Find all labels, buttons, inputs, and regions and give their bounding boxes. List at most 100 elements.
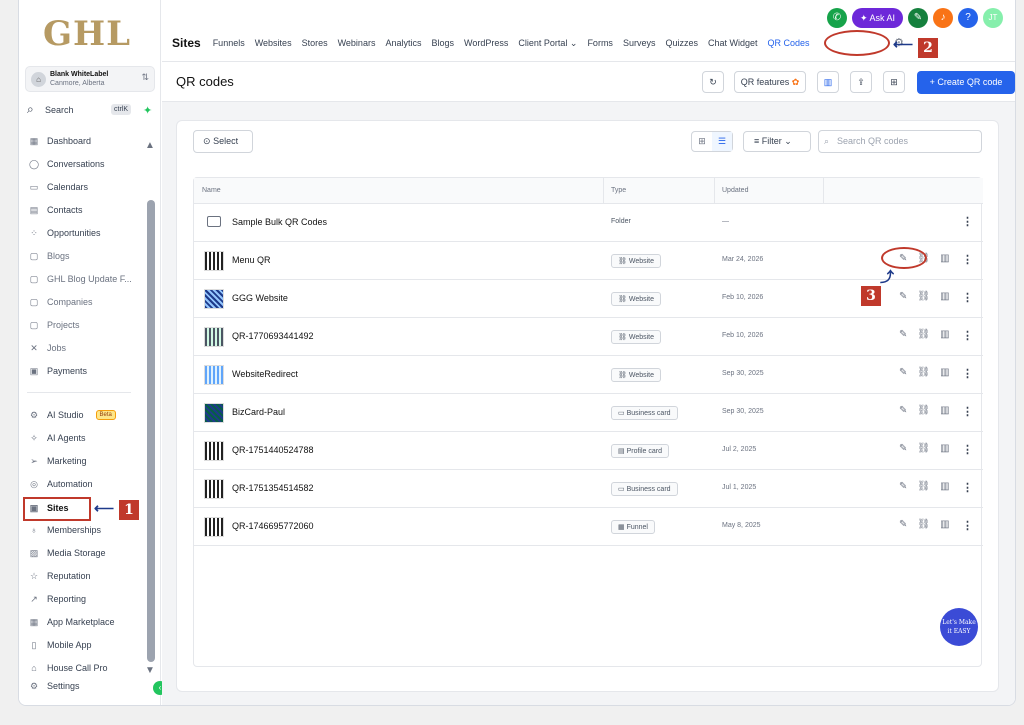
sidebar-item-ai-agents[interactable]: ✧ AI Agents (27, 428, 147, 448)
edit-icon[interactable]: ✎ (899, 329, 907, 340)
tab-chat-widget[interactable]: Chat Widget (708, 38, 758, 48)
row-name[interactable]: BizCard-Paul (232, 407, 285, 417)
upload-button[interactable]: ⇪ (850, 71, 872, 93)
tab-webinars[interactable]: Webinars (338, 38, 376, 48)
list-view-icon[interactable]: ☰ (712, 132, 732, 151)
sidebar-item-house-call-pro[interactable]: ⌂ House Call Pro (27, 658, 147, 678)
row-name[interactable]: WebsiteRedirect (232, 369, 298, 379)
bar-chart-icon[interactable]: ▥ (940, 519, 949, 530)
row-name[interactable]: QR-1770693441492 (232, 331, 314, 341)
bar-chart-icon[interactable]: ▥ (940, 481, 949, 492)
table-row[interactable]: Menu QR ⛓ Website Mar 24, 2026 ✎ ⛓ ▥ ⋮ (194, 242, 983, 280)
link-icon[interactable]: ⛓ (917, 329, 930, 340)
link-icon[interactable]: ⛓ (917, 443, 930, 454)
sidebar-search[interactable]: ⌕ Search ctrlK (27, 102, 133, 119)
table-row[interactable]: QR-1751440524788 ▤ Profile card Jul 2, 2… (194, 432, 983, 470)
account-switcher[interactable]: ⌂ Blank WhiteLabel Canmore, Alberta ⇅ (25, 66, 155, 92)
more-options-icon[interactable]: ⋮ (962, 329, 973, 342)
tab-surveys[interactable]: Surveys (623, 38, 656, 48)
sidebar-scrollbar[interactable] (147, 200, 155, 662)
tab-quizzes[interactable]: Quizzes (665, 38, 698, 48)
sidebar-item-companies[interactable]: ▢ Companies (27, 292, 147, 312)
table-row[interactable]: QR-1770693441492 ⛓ Website Feb 10, 2026 … (194, 318, 983, 356)
sidebar-item-blogs[interactable]: ▢ Blogs (27, 246, 147, 266)
row-name[interactable]: Sample Bulk QR Codes (232, 217, 327, 227)
row-name[interactable]: QR-1751440524788 (232, 445, 314, 455)
link-icon[interactable]: ⛓ (917, 405, 930, 416)
bar-chart-icon[interactable]: ▥ (940, 367, 949, 378)
tab-funnels[interactable]: Funnels (213, 38, 245, 48)
link-icon[interactable]: ⛓ (917, 481, 930, 492)
sidebar-item-opportunities[interactable]: ⁘ Opportunities (27, 223, 147, 243)
sidebar-item-calendars[interactable]: ▭ Calendars (27, 177, 147, 197)
ask-ai-button[interactable]: ✦ Ask AI (851, 8, 903, 28)
bar-chart-icon[interactable]: ▥ (940, 291, 949, 302)
scroll-up-icon[interactable]: ▲ (145, 140, 155, 151)
sidebar-item-marketing[interactable]: ➢ Marketing (27, 451, 147, 471)
more-options-icon[interactable]: ⋮ (962, 481, 973, 494)
bell-icon[interactable]: ♪ (933, 8, 953, 28)
more-options-icon[interactable]: ⋮ (962, 519, 973, 532)
row-name[interactable]: GGG Website (232, 293, 288, 303)
sidebar-item-media-storage[interactable]: ▨ Media Storage (27, 543, 147, 563)
tab-qr-codes[interactable]: QR Codes (768, 38, 810, 48)
edit-icon[interactable]: ✎ (899, 481, 907, 492)
refresh-button[interactable]: ↻ (702, 71, 724, 93)
sidebar-item-mobile-app[interactable]: ▯ Mobile App (27, 635, 147, 655)
table-row[interactable]: Sample Bulk QR Codes Folder — ⋮ (194, 204, 983, 242)
more-options-icon[interactable]: ⋮ (962, 253, 973, 266)
sidebar-item-settings[interactable]: ⚙ Settings (27, 676, 147, 696)
sidebar-item-automation[interactable]: ◎ Automation (27, 474, 147, 494)
table-row[interactable]: BizCard-Paul ▭ Business card Sep 30, 202… (194, 394, 983, 432)
sidebar-item-reputation[interactable]: ☆ Reputation (27, 566, 147, 586)
tab-websites[interactable]: Websites (255, 38, 292, 48)
help-icon[interactable]: ? (958, 8, 978, 28)
new-folder-button[interactable]: ⊞ (883, 71, 905, 93)
edit-icon[interactable]: ✎ (899, 443, 907, 454)
table-row[interactable]: WebsiteRedirect ⛓ Website Sep 30, 2025 ✎… (194, 356, 983, 394)
bar-chart-icon[interactable]: ▥ (940, 405, 949, 416)
more-options-icon[interactable]: ⋮ (962, 291, 973, 304)
sidebar-item-app-marketplace[interactable]: ▦ App Marketplace (27, 612, 147, 632)
phone-icon[interactable]: ✆ (826, 8, 847, 28)
select-button[interactable]: ⊙ Select (193, 130, 253, 153)
link-icon[interactable]: ⛓ (917, 367, 930, 378)
sidebar-item-payments[interactable]: ▣ Payments (27, 361, 147, 381)
sidebar-item-conversations[interactable]: ◯ Conversations (27, 154, 147, 174)
search-input[interactable]: ⌕ Search QR codes (818, 130, 982, 153)
edit-icon[interactable]: ✎ (899, 367, 907, 378)
edit-icon[interactable]: ✎ (899, 519, 907, 530)
sidebar-item-ai-studio[interactable]: ⚙ AI Studio Beta (27, 405, 147, 425)
edit-icon[interactable]: ✎ (899, 291, 907, 302)
brand-logo[interactable]: GHL (43, 14, 131, 54)
link-icon[interactable]: ⛓ (917, 519, 930, 530)
bar-chart-icon[interactable]: ▥ (940, 329, 949, 340)
tab-client-portal[interactable]: Client Portal ⌄ (518, 38, 577, 49)
tab-stores[interactable]: Stores (302, 38, 328, 48)
filter-button[interactable]: ≡ Filter ⌄ (743, 131, 811, 152)
analytics-button[interactable]: ▥ (817, 71, 839, 93)
sidebar-item-jobs[interactable]: ✕ Jobs (27, 338, 147, 358)
sparkle-icon[interactable]: ✦ (143, 104, 152, 117)
tab-wordpress[interactable]: WordPress (464, 38, 508, 48)
tab-analytics[interactable]: Analytics (385, 38, 421, 48)
row-name[interactable]: QR-1746695772060 (232, 521, 314, 531)
link-icon[interactable]: ⛓ (917, 291, 930, 302)
create-qr-code-button[interactable]: + Create QR code (917, 71, 1015, 94)
qr-features-button[interactable]: QR features ✿ (734, 71, 806, 93)
megaphone-icon[interactable]: ✎ (908, 8, 928, 28)
grid-view-icon[interactable]: ⊞ (692, 132, 712, 151)
more-options-icon[interactable]: ⋮ (962, 443, 973, 456)
bar-chart-icon[interactable]: ▥ (940, 443, 949, 454)
table-row[interactable]: QR-1751354514582 ▭ Business card Jul 1, … (194, 470, 983, 508)
sidebar-item-reporting[interactable]: ↗ Reporting (27, 589, 147, 609)
user-avatar[interactable]: JT (983, 8, 1003, 28)
tab-forms[interactable]: Forms (587, 38, 613, 48)
more-options-icon[interactable]: ⋮ (962, 215, 973, 228)
sidebar-item-contacts[interactable]: ▤ Contacts (27, 200, 147, 220)
table-row[interactable]: QR-1746695772060 ▦ Funnel May 8, 2025 ✎ ⛓… (194, 508, 983, 546)
sidebar-item-dashboard[interactable]: ▦ Dashboard (27, 131, 147, 151)
tab-blogs[interactable]: Blogs (431, 38, 454, 48)
sidebar-item-memberships[interactable]: ♁ Memberships (27, 520, 147, 540)
bar-chart-icon[interactable]: ▥ (940, 253, 949, 264)
